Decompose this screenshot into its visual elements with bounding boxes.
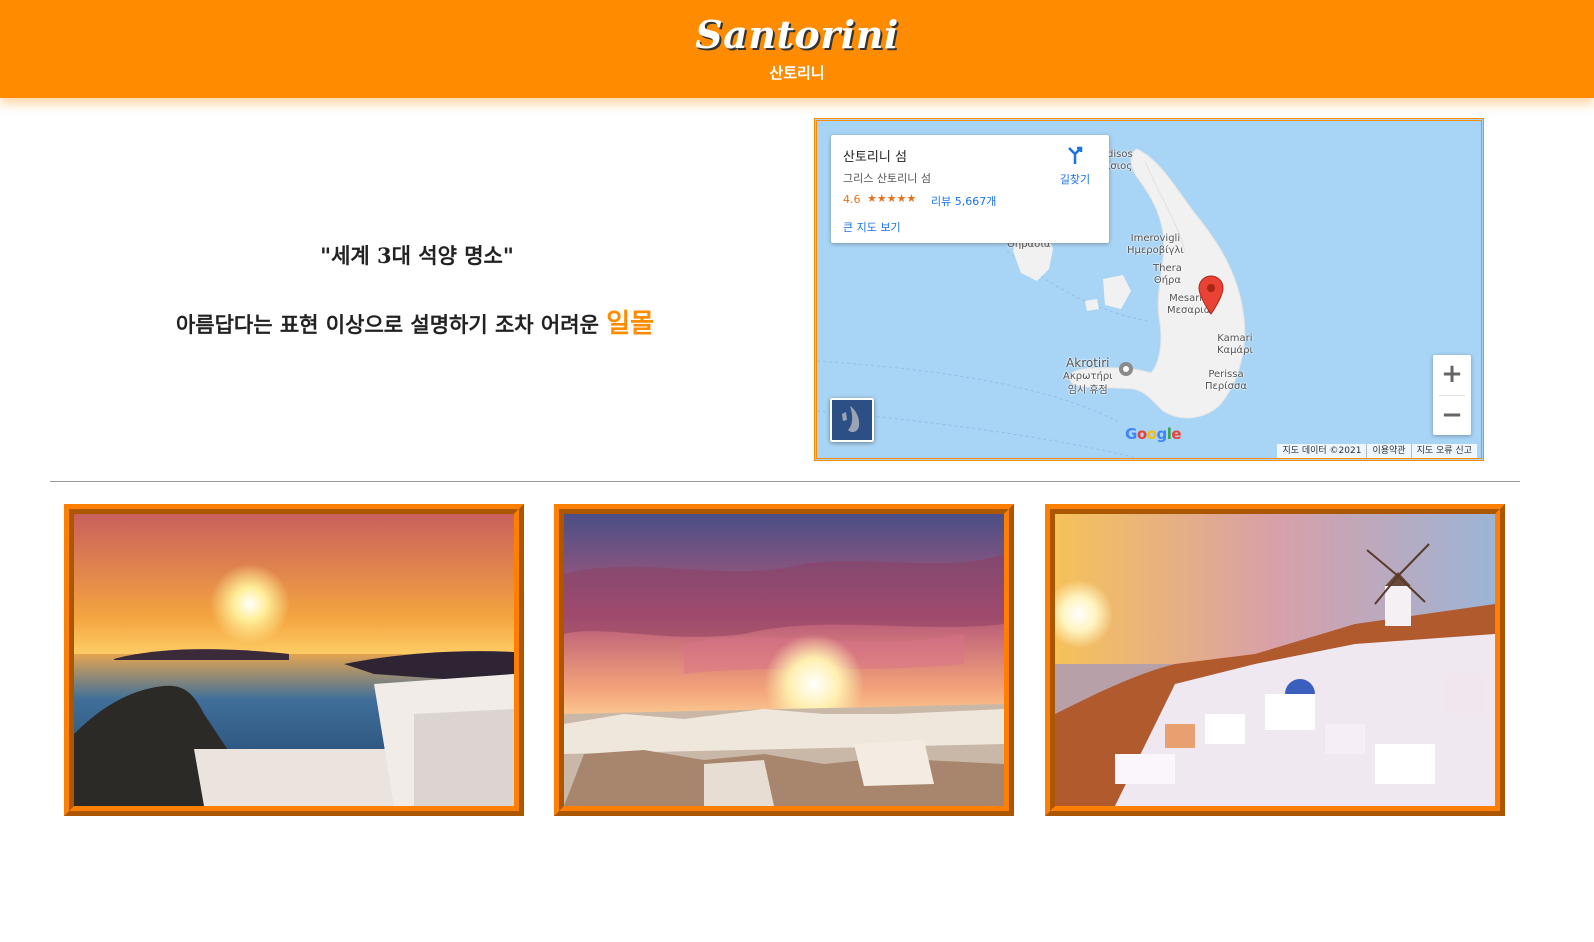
map-label-imerovigli: Imerovigli Ημεροβίγλι (1127, 233, 1184, 256)
map-label-perissa: Perissa Περίσσα (1205, 369, 1247, 392)
directions-button[interactable]: 길찾기 (1053, 145, 1097, 187)
map-label-disos: disos ισιος (1107, 149, 1133, 172)
map-pin-icon[interactable] (1197, 275, 1225, 315)
map-data-credit: 지도 데이터 ©2021 (1282, 446, 1362, 456)
site-title: Santorini (695, 12, 899, 57)
report-error-link[interactable]: 지도 오류 신고 (1410, 444, 1477, 458)
site-header: Santorini 산토리니 (0, 0, 1594, 98)
gallery-photo-3[interactable] (1045, 504, 1505, 816)
map-label-kamari: Kamari Καμάρι (1217, 333, 1253, 356)
rating-stars-icon: ★★★★★ (867, 192, 917, 205)
gallery-photo-1[interactable] (64, 504, 524, 816)
sunset-photo-image (74, 514, 514, 806)
map-info-card: 산토리니 섬 그리스 산토리니 섬 4.6 ★★★★★ 리뷰 5,667개 큰 … (831, 135, 1109, 243)
google-logo[interactable]: Google (1125, 425, 1182, 443)
intro-quote: "세계 3대 석양 명소" (320, 243, 514, 268)
section-divider (50, 481, 1520, 482)
zoom-in-button[interactable]: + (1433, 355, 1471, 393)
terms-link[interactable]: 이용약관 (1366, 444, 1410, 458)
oia-windmill-photo-image (1055, 514, 1495, 806)
place-rating: 4.6 (843, 193, 861, 206)
map-attribution: 지도 데이터 ©2021 이용약관 지도 오류 신고 (1277, 444, 1477, 458)
gallery-photo-2[interactable] (554, 504, 1014, 816)
intro-highlight: 일몰 (606, 309, 655, 339)
place-name: 산토리니 섬 (843, 150, 907, 165)
directions-label: 길찾기 (1059, 173, 1091, 186)
poi-marker-icon[interactable] (1117, 361, 1135, 381)
site-subtitle: 산토리니 (769, 64, 825, 82)
intro-line-text: 아름답다는 표현 이상으로 설명하기 조차 어려운 (175, 312, 599, 337)
intro-line: 아름답다는 표현 이상으로 설명하기 조차 어려운 일몰 (120, 303, 710, 340)
reviews-link[interactable]: 리뷰 5,667개 (931, 193, 996, 209)
satellite-thumbnail-icon (832, 400, 872, 440)
satellite-toggle[interactable] (830, 398, 874, 442)
directions-icon (1068, 146, 1083, 164)
map-label-thera: Thera Θήρα (1153, 263, 1182, 286)
map-label-akrotiri: Akrotiri Ακρωτήρι 임시 휴점 (1063, 356, 1113, 396)
map-embed[interactable]: disos ισιος Θηρασία Imerovigli Ημεροβίγλι … (814, 118, 1484, 461)
zoom-out-button[interactable]: − (1433, 396, 1471, 434)
place-address: 그리스 산토리니 섬 (843, 172, 931, 185)
larger-map-link[interactable]: 큰 지도 보기 (843, 219, 901, 235)
oia-sky-photo-image (564, 514, 1004, 806)
zoom-controls: + − (1433, 355, 1471, 435)
